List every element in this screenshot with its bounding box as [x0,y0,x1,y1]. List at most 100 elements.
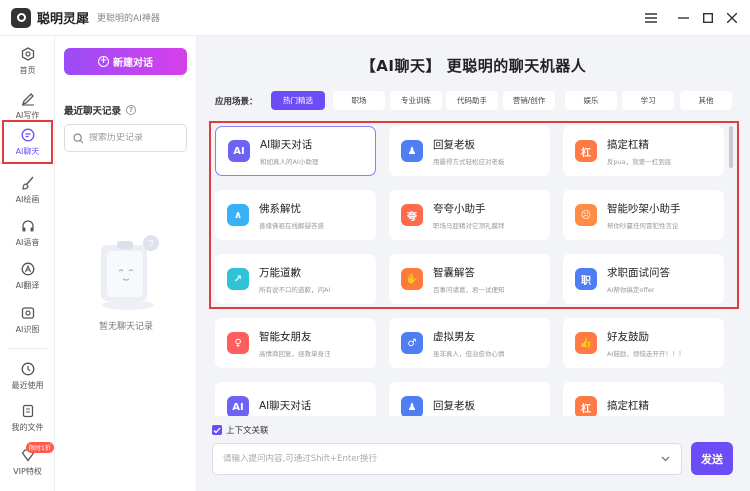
app-card[interactable]: ♂ 虚拟男友虽非真人，但治愈你心情 [389,318,550,368]
app-card-icon: ☹ [575,204,597,226]
search-icon [73,132,84,143]
app-card-title: 虚拟男友 [433,330,475,343]
app-card-title: AI聊天对话 [260,138,313,151]
history-search-box[interactable] [64,124,187,152]
app-card-title: 智能吵架小助手 [607,202,681,215]
app-card-text: 智能吵架小助手帮你吵赢任何冒犯性言论 [607,201,681,230]
app-card-icon: ∧ [227,204,249,226]
main-area: 【AI聊天】 更聪明的聊天机器人 应用场景： 热门精选 职场 专业训练 代码助手… [197,36,750,491]
app-card[interactable]: ↗ 万能道歉 所有说不口的道歉，问AI [215,254,376,304]
question-icon[interactable]: ? [126,105,137,115]
nav-item-recent[interactable]: 最近使用 [0,354,55,398]
tab-workplace[interactable]: 职场 [333,91,385,110]
message-input[interactable] [223,454,643,464]
app-card-title: 夸夸小助手 [433,202,486,215]
app-card-text: 求职面试问答 AI帮你搞定offer [607,265,670,294]
app-card-text: 智能女朋友高情商回复，拯救单身汪 [259,329,331,358]
tab-code[interactable]: 代码助手 [446,91,498,110]
app-card-title: 回复老板 [433,138,475,151]
app-card-desc: 善缘佛祖在线解疑答惑 [259,221,324,230]
app-card-icon: 👍 [575,332,597,354]
app-card-icon: AI [228,140,250,162]
pen-icon [20,91,36,107]
headphones-icon [20,218,36,234]
scene-label: 应用场景： [215,97,258,107]
app-card-text: 智囊解答 百事问诸葛，君一试便知 [433,265,505,294]
app-card[interactable]: ✋ 智囊解答 百事问诸葛，君一试便知 [389,254,550,304]
tab-entertainment[interactable]: 娱乐 [565,91,617,110]
app-card-text: 虚拟男友虽非真人，但治愈你心情 [433,329,505,358]
file-icon [20,403,36,419]
app-card-icon: 夸 [401,204,423,226]
page-title: 【AI聊天】 更聪明的聊天机器人 [360,57,587,75]
send-button[interactable]: 发送 [691,442,733,475]
app-card-icon: ✋ [401,268,423,290]
chevron-down-icon[interactable] [660,453,671,464]
app-card-title: 佛系解忧 [259,202,301,215]
app-card-title: 搞定杠精 [607,399,649,412]
clock-icon [20,361,36,377]
tab-marketing[interactable]: 营销/创作 [503,91,555,110]
message-input-box[interactable] [212,443,682,475]
tab-other[interactable]: 其他 [680,91,732,110]
app-card-text: 佛系解忧善缘佛祖在线解疑答惑 [259,201,324,230]
app-card-icon: ♂ [401,332,423,354]
app-card-icon: 职 [575,268,597,290]
app-card[interactable]: ∧ 佛系解忧善缘佛祖在线解疑答惑 [215,190,376,240]
app-card-icon: ↗ [227,268,249,290]
app-card[interactable]: ☹ 智能吵架小助手帮你吵赢任何冒犯性言论 [563,190,724,240]
checkbox-checked-icon[interactable] [212,425,222,435]
app-card[interactable]: AI AI聊天对话 和如真人的AI小助理 [215,126,376,176]
nav-item-home[interactable]: 首页 [0,39,55,83]
tab-training[interactable]: 专业训练 [390,91,442,110]
tab-study[interactable]: 学习 [622,91,674,110]
app-card-title: 搞定杠精 [607,138,649,151]
nav-item-ai-voice[interactable]: AI语音 [0,211,55,255]
tab-hot[interactable]: 热门精选 [271,91,325,110]
nav-item-vip[interactable]: 限时1折 VIP特权 [0,440,55,484]
translate-icon [20,261,36,277]
app-card[interactable]: 职求职面试问答 AI帮你搞定offer [563,254,724,304]
close-icon[interactable] [723,9,741,27]
app-logo-icon [11,7,31,28]
nav-item-ai-image-recognition[interactable]: AI识图 [0,298,55,342]
app-card[interactable]: ♟ 回复老板 用最得方式轻松应对老板 [389,126,550,176]
app-name: 聪明灵犀 [37,12,90,27]
chat-icon [20,127,36,143]
card-scrollbar[interactable] [729,126,733,168]
app-card-desc: 高情商回复，拯救单身汪 [259,349,331,358]
nav-item-my-files[interactable]: 我的文件 [0,396,55,440]
app-card[interactable]: 👍 好友鼓励 AI鼓励，烦恼走开开！！！ [563,318,724,368]
app-card-desc: 职场马屁精对它顶礼膜拜 [433,221,505,230]
minimize-icon[interactable] [674,9,692,27]
menu-icon[interactable] [642,9,660,27]
app-card-desc: 虽非真人，但治愈你心情 [433,349,505,358]
app-card-text: AI聊天对话 [259,398,311,417]
context-toggle[interactable]: 上下文关联 [212,424,269,436]
app-card-text: AI聊天对话 和如真人的AI小助理 [260,137,318,166]
app-card-icon: ♀ [227,332,249,354]
app-card[interactable]: 夸夸夸小助手职场马屁精对它顶礼膜拜 [389,190,550,240]
app-card-text: 回复老板 [433,398,475,417]
nav-item-ai-translate[interactable]: AI翻译 [0,254,55,298]
composer-area: 上下文关联 发送 [197,416,750,491]
history-panel: + 新建对话 最近聊天记录 ? ? 暂无聊天记录 [55,36,197,491]
nav-item-ai-painting[interactable]: AI绘画 [0,168,55,212]
app-card[interactable]: 杠搞定杠精 反pua，就要一杠到底 [563,126,724,176]
app-card-desc: AI帮你搞定offer [607,285,655,294]
app-card-desc: 帮你吵赢任何冒犯性言论 [607,221,679,230]
app-card-desc: 百事问诸葛，君一试便知 [433,285,505,294]
app-card[interactable]: ♀ 智能女朋友高情商回复，拯救单身汪 [215,318,376,368]
app-card-desc: 反pua，就要一杠到底 [607,157,672,166]
history-search-input[interactable] [89,133,184,143]
plus-icon: + [98,56,109,67]
app-card-icon: ♟ [401,396,423,418]
app-card-desc: 所有说不口的道歉，问AI [259,285,331,294]
maximize-icon[interactable] [699,9,717,27]
app-card-title: 智能女朋友 [259,330,312,343]
nav-item-ai-chat[interactable]: AI聊天 [2,120,53,164]
nav-divider [8,348,47,349]
new-chat-button[interactable]: + 新建对话 [64,48,187,75]
app-card-text: 回复老板 用最得方式轻松应对老板 [433,137,505,166]
app-card-text: 搞定杠精 [607,398,649,417]
